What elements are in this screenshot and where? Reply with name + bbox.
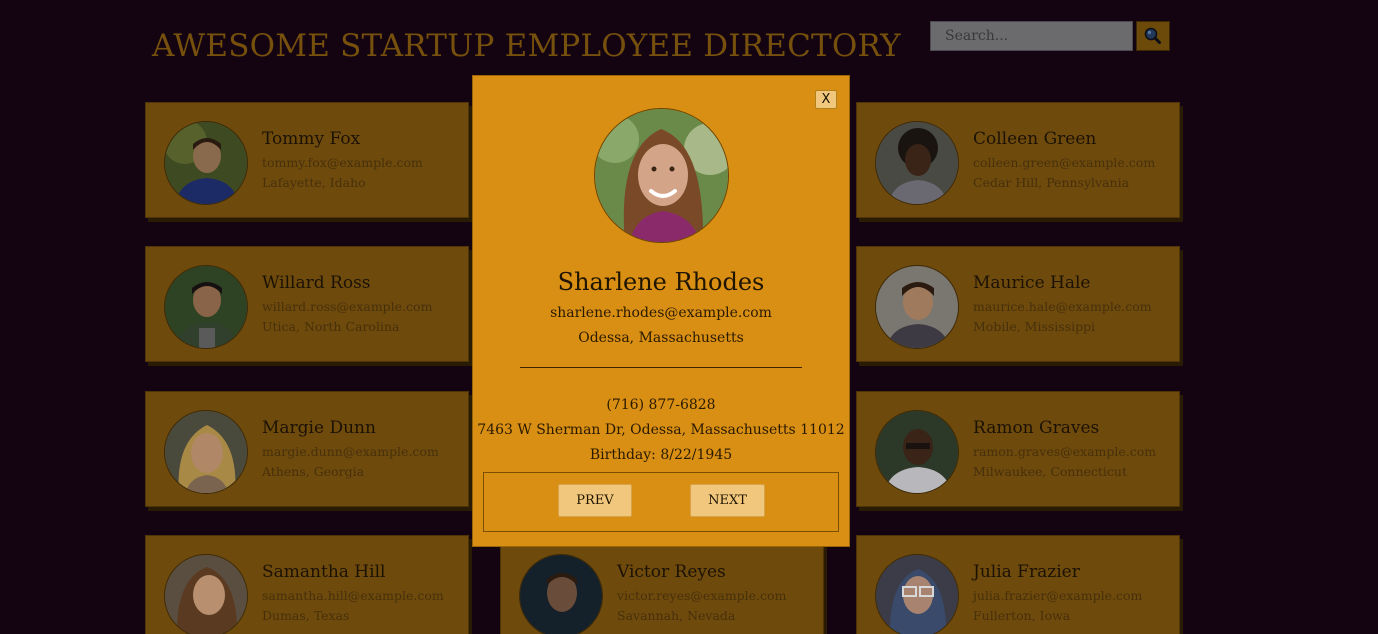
avatar (875, 554, 959, 634)
employee-name: Maurice Hale (973, 273, 1091, 293)
modal-email: sharlene.rhodes@example.com (550, 305, 772, 321)
avatar (875, 265, 959, 349)
employee-card[interactable]: Ramon Graves ramon.graves@example.com Mi… (856, 391, 1180, 507)
employee-card[interactable]: Tommy Fox tommy.fox@example.com Lafayett… (145, 102, 469, 218)
prev-button[interactable]: PREV (558, 484, 632, 517)
employee-name: Margie Dunn (262, 418, 376, 438)
avatar (164, 121, 248, 205)
employee-location: Fullerton, Iowa (973, 608, 1071, 623)
employee-name: Samantha Hill (262, 562, 386, 582)
employee-name: Victor Reyes (617, 562, 726, 582)
employee-name: Ramon Graves (973, 418, 1100, 438)
employee-name: Willard Ross (262, 273, 371, 293)
avatar (164, 554, 248, 634)
employee-location: Lafayette, Idaho (262, 175, 366, 190)
employee-location: Athens, Georgia (262, 464, 365, 479)
modal-phone: (716) 877-6828 (606, 397, 716, 413)
employee-location: Dumas, Texas (262, 608, 350, 623)
employee-email: victor.reyes@example.com (617, 588, 787, 603)
page-title: AWESOME STARTUP EMPLOYEE DIRECTORY (152, 28, 901, 64)
magnifier-icon (1137, 27, 1169, 53)
employee-email: samantha.hill@example.com (262, 588, 444, 603)
employee-location: Mobile, Mississippi (973, 319, 1096, 334)
employee-email: tommy.fox@example.com (262, 155, 423, 170)
employee-card[interactable]: Maurice Hale maurice.hale@example.com Mo… (856, 246, 1180, 362)
employee-email: maurice.hale@example.com (973, 299, 1152, 314)
employee-email: willard.ross@example.com (262, 299, 433, 314)
employee-name: Colleen Green (973, 129, 1097, 149)
modal-birthday: Birthday: 8/22/1945 (589, 447, 733, 463)
employee-card[interactable]: Margie Dunn margie.dunn@example.com Athe… (145, 391, 469, 507)
employee-location: Utica, North Carolina (262, 319, 400, 334)
avatar (164, 265, 248, 349)
modal-avatar (594, 108, 729, 243)
employee-location: Cedar Hill, Pennsylvania (973, 175, 1130, 190)
avatar (875, 410, 959, 494)
employee-name: Tommy Fox (262, 129, 361, 149)
employee-email: colleen.green@example.com (973, 155, 1156, 170)
modal-name: Sharlene Rhodes (557, 268, 765, 296)
employee-card[interactable]: Julia Frazier julia.frazier@example.com … (856, 535, 1180, 634)
employee-modal: X Sharlene Rhodes sharlene.rhodes@exampl… (472, 75, 850, 547)
divider (520, 367, 802, 368)
employee-email: ramon.graves@example.com (973, 444, 1157, 459)
avatar (875, 121, 959, 205)
employee-location: Milwaukee, Connecticut (973, 464, 1127, 479)
employee-name: Julia Frazier (973, 562, 1080, 582)
search-input[interactable] (930, 21, 1133, 51)
avatar (164, 410, 248, 494)
search-button[interactable] (1136, 21, 1170, 51)
close-button[interactable]: X (815, 90, 837, 109)
employee-card[interactable]: Colleen Green colleen.green@example.com … (856, 102, 1180, 218)
modal-navigation: PREV NEXT (483, 472, 839, 532)
modal-address: 7463 W Sherman Dr, Odessa, Massachusetts… (477, 422, 845, 438)
next-button[interactable]: NEXT (690, 484, 765, 517)
employee-email: julia.frazier@example.com (973, 588, 1143, 603)
employee-card[interactable]: Willard Ross willard.ross@example.com Ut… (145, 246, 469, 362)
employee-card[interactable]: Samantha Hill samantha.hill@example.com … (145, 535, 469, 634)
avatar (519, 554, 603, 634)
employee-location: Savannah, Nevada (617, 608, 736, 623)
employee-email: margie.dunn@example.com (262, 444, 439, 459)
employee-card[interactable]: Victor Reyes victor.reyes@example.com Sa… (500, 535, 824, 634)
modal-city-state: Odessa, Massachusetts (578, 330, 744, 346)
employee-directory-page: AWESOME STARTUP EMPLOYEE DIRECTORY Tommy… (0, 0, 1378, 634)
